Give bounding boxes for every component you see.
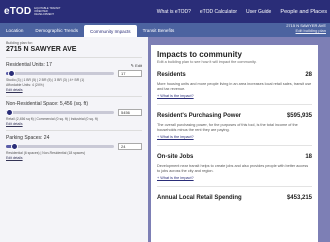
impacts-panel: Impacts to community Edit a building pla… (151, 45, 318, 242)
edit-plan-link[interactable]: Edit building plan (286, 28, 326, 34)
impact-description: Development near transit helps to create… (157, 164, 309, 173)
residential-units-input[interactable]: 17 (118, 70, 142, 77)
tab-location[interactable]: Location (0, 26, 29, 35)
plan-for-label: Building plan for: (6, 41, 33, 45)
impact-description: More housing units and more people livin… (157, 82, 312, 91)
parking-label: Parking Spaces: 24 (6, 135, 50, 141)
slider-handle[interactable] (8, 70, 16, 77)
tab-demographic-trends[interactable]: Demographic Trends (29, 26, 84, 35)
etod-logo[interactable]: eTOD Equitable Transit Oriented Developm… (4, 6, 64, 17)
edit-plan-button[interactable]: ✎ Edit (131, 63, 142, 68)
top-navbar: eTOD Equitable Transit Oriented Developm… (0, 0, 330, 23)
divider (6, 130, 142, 131)
pencil-icon: ✎ (130, 63, 134, 68)
impact-name: Annual Local Retail Spending (157, 195, 242, 201)
non-residential-label: Non-Residential Space: 5,456 (sq. ft) (6, 101, 88, 107)
impact-link[interactable]: + What is the impact? (157, 94, 312, 98)
impact-name: Residents (157, 72, 186, 78)
residential-units-label: Residential Units: 17 (6, 62, 52, 68)
impact-value: 28 (305, 72, 312, 78)
edit-residential-details[interactable]: Edit details (6, 88, 142, 92)
logo-org: Equitable Transit Oriented Development (34, 7, 61, 16)
impacts-title: Impacts to community (157, 50, 242, 59)
divider (6, 96, 142, 97)
space-mix: Retail (2,456 sq ft) | Commercial (0 sq.… (6, 117, 98, 121)
header-address: 2715 N SAWYER AVE Edit building plan (286, 23, 326, 34)
nav-calculator[interactable]: eTOD Calculator (200, 9, 237, 15)
building-plan-panel: Building plan for: 2715 N SAWYER AVE ✎ E… (0, 37, 148, 242)
nav-what-is[interactable]: What is eTOD? (157, 9, 191, 15)
impact-card-residents: Residents 28 More housing units and more… (157, 72, 312, 105)
edit-parking-details[interactable]: Edit details (6, 156, 142, 160)
edit-plan-label: Edit (135, 63, 142, 68)
parking-input[interactable]: 24 (118, 143, 142, 150)
parking-slider[interactable] (6, 143, 114, 150)
nav-people-places[interactable]: People and Places (280, 9, 327, 15)
tab-bar: Location Demographic Trends Community Im… (0, 23, 330, 37)
impact-value: $453,215 (286, 195, 312, 201)
non-residential-input[interactable]: 5456 (118, 109, 142, 116)
unit-mix: Studio (3) | 1 BR (5) | 2 BR (5) | 3 BR … (6, 78, 85, 82)
logo-mark: eTOD (4, 6, 32, 17)
non-residential-slider[interactable] (6, 109, 114, 116)
impact-card-retail-spending: Annual Local Retail Spending $453,215 (157, 195, 312, 207)
nav-user-guide[interactable]: User Guide (246, 9, 271, 15)
plan-address: 2715 N SAWYER AVE (6, 46, 77, 53)
residential-units-field: Residential Units: 17 17 Studio (3) | 1 … (6, 62, 142, 92)
impacts-subtitle: Edit a building plan to see how it will … (157, 60, 257, 64)
tab-community-impacts[interactable]: Community Impacts (84, 25, 137, 37)
affordable-units: Affordable Units: 4 (24%) (6, 83, 44, 87)
divider (6, 57, 142, 58)
main-nav: What is eTOD? eTOD Calculator User Guide… (157, 0, 327, 23)
non-residential-field: Non-Residential Space: 5,456 (sq. ft) 54… (6, 101, 142, 126)
tab-transit-benefits[interactable]: Transit Benefits (137, 26, 181, 35)
slider-handle[interactable] (6, 109, 13, 116)
parking-field: Parking Spaces: 24 24 Residential (6 spa… (6, 135, 142, 160)
residential-units-slider[interactable] (6, 70, 114, 77)
impact-link[interactable]: + What is the impact? (157, 176, 312, 180)
impact-link[interactable]: + What is the impact? (157, 135, 312, 139)
impact-name: On-site Jobs (157, 154, 194, 160)
impact-name: Resident's Purchasing Power (157, 113, 242, 119)
impact-description: The overall purchasing power, for the pu… (157, 123, 298, 132)
impact-value: 18 (305, 154, 312, 160)
edit-nonres-details[interactable]: Edit details (6, 122, 142, 126)
parking-mix: Residential (6 spaces) | Non-Residential… (6, 151, 86, 155)
slider-handle[interactable] (11, 143, 19, 150)
impact-card-jobs: On-site Jobs 18 Development near transit… (157, 154, 312, 187)
impact-value: $595,935 (286, 113, 312, 119)
impact-card-purchasing-power: Resident's Purchasing Power $595,935 The… (157, 113, 312, 146)
